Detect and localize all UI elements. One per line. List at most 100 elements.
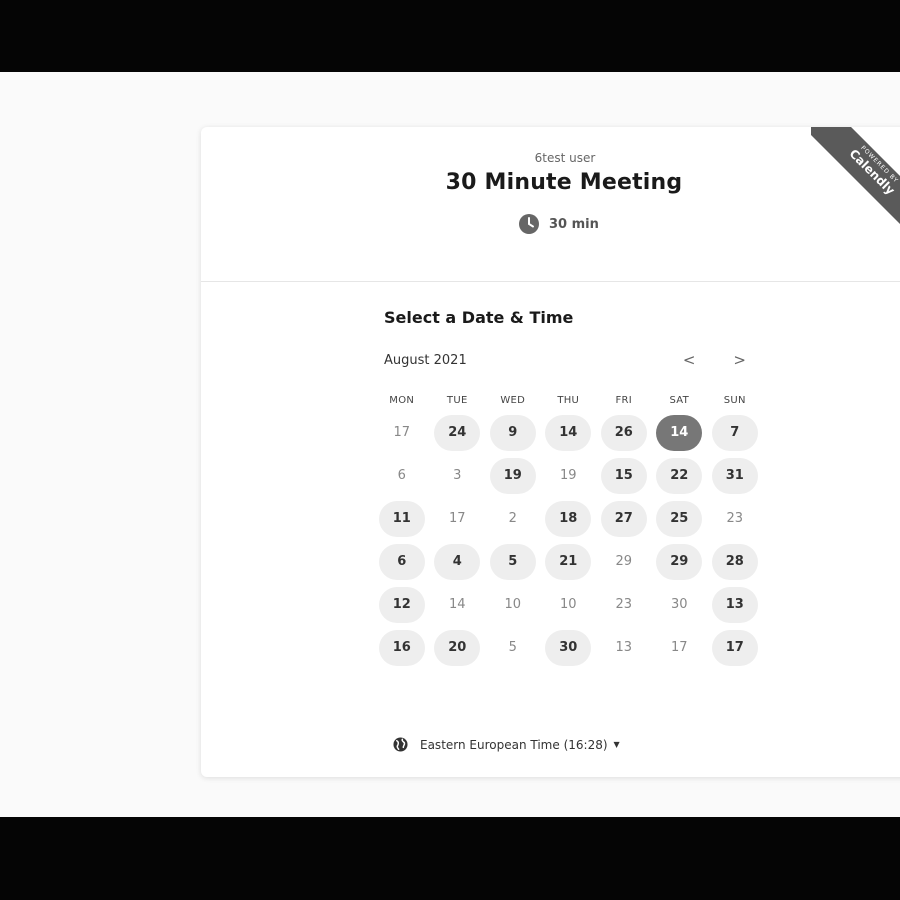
page-viewport: 6test user 30 Minute Meeting 30 min POWE…	[0, 72, 900, 817]
calendar-cell: 28	[707, 540, 763, 583]
calendar-cell: 29	[596, 540, 652, 583]
calendar-cell: 9	[485, 411, 541, 454]
event-header: 6test user 30 Minute Meeting 30 min	[201, 127, 900, 282]
calendar-day-available[interactable]: 11	[378, 500, 425, 537]
weekday-label: MON	[389, 395, 415, 406]
calendar-day-available[interactable]: 14	[545, 414, 592, 451]
calendar-day-unavailable: 3	[453, 468, 462, 483]
month-nav-buttons: < >	[683, 351, 746, 369]
weekday-label: TUE	[446, 395, 468, 406]
calendar-day-available[interactable]: 13	[711, 586, 758, 623]
calendar-cell: 20	[430, 626, 486, 669]
event-duration: 30 min	[519, 214, 599, 234]
calendar-day-available[interactable]: 31	[711, 457, 758, 494]
calendar-day-available[interactable]: 16	[378, 629, 425, 666]
calendar-cell: 30	[652, 583, 708, 626]
calendar-day-available[interactable]: 30	[545, 629, 592, 666]
calendar-day-available[interactable]: 22	[656, 457, 703, 494]
calendar-day-available[interactable]: 18	[545, 500, 592, 537]
calendar-day-unavailable: 23	[615, 597, 633, 612]
event-duration-label: 30 min	[549, 216, 599, 232]
calendar-cell: 10	[485, 583, 541, 626]
timezone-selector[interactable]: Eastern European Time (16:28) ▼	[393, 737, 620, 752]
calendar-day-unavailable: 10	[504, 597, 522, 612]
calendar-day-unavailable: 10	[559, 597, 577, 612]
calendar-cell: 7	[707, 411, 763, 454]
scheduling-card: 6test user 30 Minute Meeting 30 min POWE…	[201, 127, 900, 777]
calendar-cell: 12	[374, 583, 430, 626]
calendar-cell: 18	[541, 497, 597, 540]
select-date-heading: Select a Date & Time	[384, 308, 574, 327]
next-month-button[interactable]: >	[733, 351, 746, 369]
calendar-cell: 10	[541, 583, 597, 626]
calendar-day-available[interactable]: 27	[600, 500, 647, 537]
calendar-day-available[interactable]: 6	[378, 543, 425, 580]
month-navigation: August 2021 < >	[384, 351, 756, 369]
calendar-cell: 13	[707, 583, 763, 626]
event-title: 30 Minute Meeting	[445, 170, 683, 195]
calendar-day-unavailable: 17	[670, 640, 688, 655]
calendar-day-unavailable: 5	[508, 640, 517, 655]
calendar-cell: 13	[596, 626, 652, 669]
previous-month-button[interactable]: <	[683, 351, 696, 369]
calendar-cell: 6	[374, 454, 430, 497]
weekday-label: SAT	[669, 395, 690, 406]
ribbon-banner[interactable]: POWERED BY Calendly	[811, 127, 900, 237]
calendar-day-unavailable: 13	[615, 640, 633, 655]
calendar-cell: 2	[485, 497, 541, 540]
calendar-day-available[interactable]: 29	[656, 543, 703, 580]
calendar-cell: 3	[430, 454, 486, 497]
globe-icon	[393, 737, 408, 752]
calendar-cell: 25	[652, 497, 708, 540]
calendar-cell: 31	[707, 454, 763, 497]
calendar-day-unavailable: 6	[397, 468, 406, 483]
calendar-day-unavailable: 30	[670, 597, 688, 612]
calendar-cell: 23	[596, 583, 652, 626]
calendar-cell: 19	[485, 454, 541, 497]
calendar-day-available[interactable]: 21	[545, 543, 592, 580]
calendar-cell: 5	[485, 540, 541, 583]
calendar-day-unavailable: 19	[559, 468, 577, 483]
calendar-day-unavailable: 29	[615, 554, 633, 569]
calendar-cell: 17	[707, 626, 763, 669]
calendar-day-available[interactable]: 4	[434, 543, 481, 580]
calendar-day-available[interactable]: 25	[656, 500, 703, 537]
clock-icon	[519, 214, 539, 234]
calendar-cell: 15	[596, 454, 652, 497]
event-owner-name: 6test user	[534, 151, 596, 165]
calendar-day-available[interactable]: 9	[489, 414, 536, 451]
calendar-day-selected[interactable]: 14	[656, 414, 703, 451]
calendar-day-available[interactable]: 17	[711, 629, 758, 666]
weekday-label: SUN	[723, 395, 746, 406]
calendar-cell: 30	[541, 626, 597, 669]
calendar-day-unavailable: 14	[448, 597, 466, 612]
calendar-day-available[interactable]: 7	[711, 414, 758, 451]
calendar-day-unavailable: 2	[508, 511, 517, 526]
calendar-day-available[interactable]: 15	[600, 457, 647, 494]
calendar-day-available[interactable]: 20	[434, 629, 481, 666]
timezone-label: Eastern European Time (16:28)	[420, 737, 608, 752]
calendar-day-available[interactable]: 19	[489, 457, 536, 494]
calendar-cell: 26	[596, 411, 652, 454]
calendar-cell: 17	[652, 626, 708, 669]
calendar-cell: 14	[652, 411, 708, 454]
calendar-day-available[interactable]: 28	[711, 543, 758, 580]
calendar-cell: 22	[652, 454, 708, 497]
calendar-day-unavailable: 17	[448, 511, 466, 526]
calendar-cell: 29	[652, 540, 708, 583]
weekday-label: FRI	[615, 395, 633, 406]
calendar-cell: 6	[374, 540, 430, 583]
weekday-header-row: MON TUE WED THU FRI SAT SUN	[374, 395, 763, 406]
calendar-day-available[interactable]: 24	[434, 414, 481, 451]
calendar-cell: 16	[374, 626, 430, 669]
calendar-cell: 23	[707, 497, 763, 540]
calendar-cell: 5	[485, 626, 541, 669]
calendar-day-unavailable: 23	[726, 511, 744, 526]
calendar-cell: 21	[541, 540, 597, 583]
calendar-cell: 14	[430, 583, 486, 626]
calendar-day-available[interactable]: 26	[600, 414, 647, 451]
calendar-cell: 17	[430, 497, 486, 540]
powered-by-ribbon[interactable]: POWERED BY Calendly	[811, 127, 900, 237]
calendar-day-available[interactable]: 5	[489, 543, 536, 580]
calendar-day-available[interactable]: 12	[378, 586, 425, 623]
